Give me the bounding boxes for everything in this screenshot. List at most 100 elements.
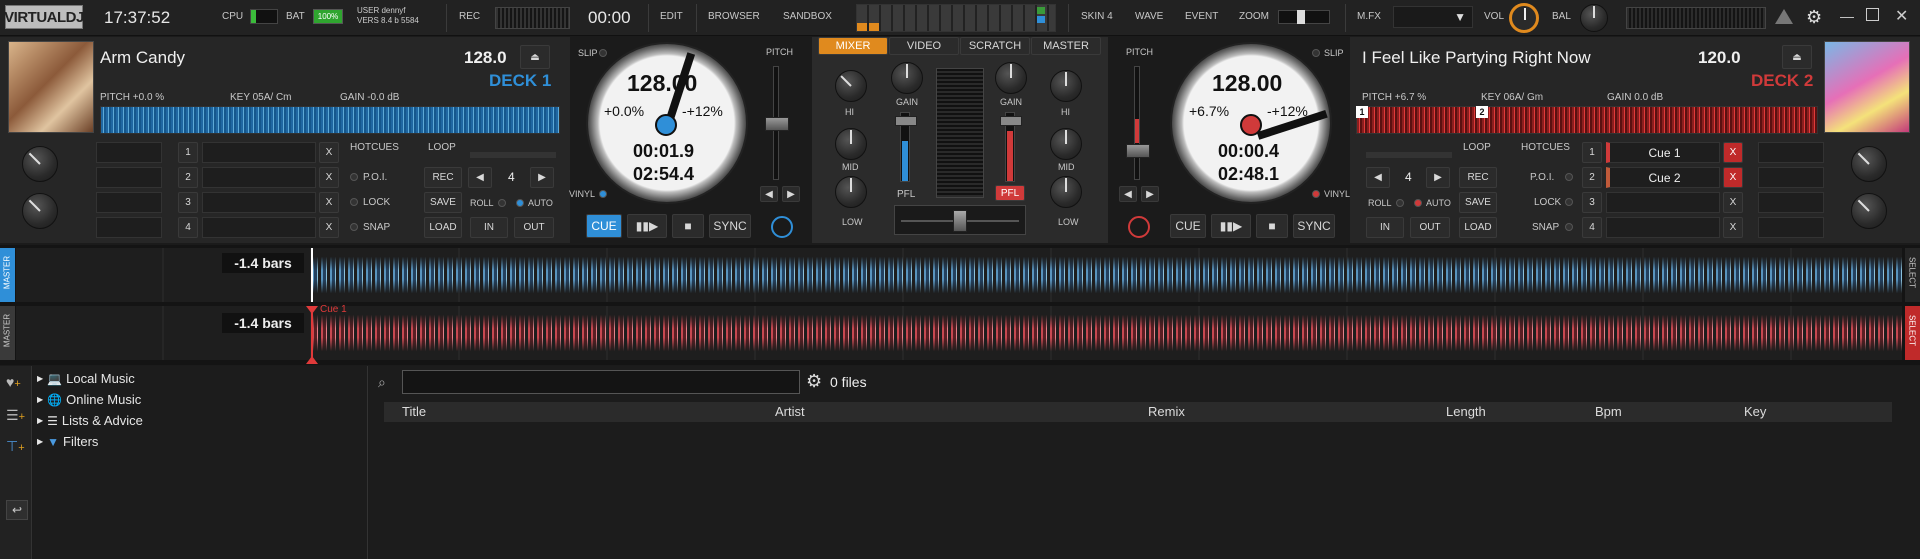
mixer-pfl-right-button[interactable]: PFL	[995, 185, 1025, 201]
wave-button[interactable]: WAVE	[1135, 11, 1163, 22]
deck1-fx-slot-3[interactable]	[96, 192, 162, 213]
deck1-save-button[interactable]: SAVE	[424, 192, 462, 213]
deck2-hotcue-num-2[interactable]: 2	[1582, 167, 1602, 188]
deck1-lock-button[interactable]: LOCK	[363, 197, 390, 208]
deck2-effect-knob[interactable]	[1851, 193, 1887, 229]
deck1-hotcue-slot-3[interactable]	[202, 192, 316, 213]
rec-button[interactable]: REC	[459, 11, 480, 22]
deck2-auto-label[interactable]: AUTO	[1426, 198, 1451, 208]
deck1-hotcue-slot-4[interactable]	[202, 217, 316, 238]
deck1-hotcue-num-4[interactable]: 4	[178, 217, 198, 238]
deck2-overview-waveform[interactable]	[1356, 106, 1818, 134]
mixer-mid-right-knob[interactable]	[1050, 176, 1082, 208]
column-header-remix[interactable]: Remix	[1148, 404, 1185, 419]
tab-video[interactable]: VIDEO	[889, 37, 959, 55]
deck1-sync-icon[interactable]	[771, 216, 793, 238]
sandbox-button[interactable]: SANDBOX	[783, 11, 832, 22]
add-list-icon[interactable]: ☰+	[6, 407, 25, 424]
add-favorite-icon[interactable]: ♥+	[6, 374, 21, 390]
deck1-loop-in-button[interactable]: IN	[470, 217, 508, 238]
deck2-loop-in-button[interactable]: IN	[1366, 217, 1404, 238]
deck1-fx-slot-4[interactable]	[96, 217, 162, 238]
deck1-load-button[interactable]: LOAD	[424, 217, 462, 238]
deck2-slip-button[interactable]: SLIP	[1324, 48, 1344, 58]
deck2-hotcue-slot-2[interactable]: Cue 2	[1606, 167, 1720, 188]
crossfader[interactable]	[894, 205, 1026, 235]
deck2-pitch-down-button[interactable]: ◀	[1119, 186, 1137, 202]
deck2-marker-2[interactable]: 2	[1476, 106, 1488, 118]
column-header-key[interactable]: Key	[1744, 404, 1766, 419]
deck1-pitch-slider-handle[interactable]	[765, 117, 789, 131]
tree-item-online-music[interactable]: ▶ 🌐 Online Music	[37, 389, 367, 410]
deck2-loop-rec-button[interactable]: REC	[1459, 167, 1497, 188]
mixer-gain-right-knob[interactable]	[995, 62, 1027, 94]
tab-scratch[interactable]: SCRATCH	[960, 37, 1030, 55]
layout-grid[interactable]	[856, 4, 1056, 32]
deck2-play-button[interactable]: ▮▮▶	[1211, 214, 1251, 238]
minimize-icon[interactable]: —	[1840, 8, 1854, 24]
deck1-effect-knob[interactable]	[22, 193, 58, 229]
mfx-select[interactable]: ▼	[1393, 6, 1473, 28]
browser-button[interactable]: BROWSER	[708, 11, 760, 22]
deck1-hotcue-slot-1[interactable]	[202, 142, 316, 163]
deck1-filter-knob[interactable]	[22, 146, 58, 182]
deck2-stop-button[interactable]: ■	[1256, 214, 1288, 238]
deck1-poi-button[interactable]: P.O.I.	[363, 172, 387, 183]
event-button[interactable]: EVENT	[1185, 11, 1218, 22]
mixer-hi-left-knob[interactable]	[835, 128, 867, 160]
deck1-vinyl-button[interactable]: VINYL	[569, 189, 595, 199]
deck2-hotcue-delete-3[interactable]: X	[1723, 192, 1743, 213]
deck1-pitch-down-button[interactable]: ◀	[760, 186, 778, 202]
deck2-hotcue-slot-1[interactable]: Cue 1	[1606, 142, 1720, 163]
column-header-title[interactable]: Title	[402, 404, 426, 419]
deck1-hotcue-delete-4[interactable]: X	[319, 217, 339, 238]
deck1-cue-button[interactable]: CUE	[586, 214, 622, 238]
deck1-fx-slot-1[interactable]	[96, 142, 162, 163]
deck2-loop-out-button[interactable]: OUT	[1410, 217, 1450, 238]
warning-icon[interactable]	[1775, 9, 1793, 24]
deck2-hotcue-delete-4[interactable]: X	[1723, 217, 1743, 238]
deck1-snap-button[interactable]: SNAP	[363, 222, 390, 233]
deck2-pitch-slider-handle[interactable]	[1126, 144, 1150, 158]
mixer-pfl-left-button[interactable]: PFL	[897, 189, 915, 200]
column-header-bpm[interactable]: Bpm	[1595, 404, 1622, 419]
deck2-fx-slot-3[interactable]	[1758, 192, 1824, 213]
mixer-filter-right-knob[interactable]	[1050, 70, 1082, 102]
column-header-length[interactable]: Length	[1446, 404, 1486, 419]
add-filter-icon[interactable]: ⊤+	[6, 438, 25, 455]
column-header-artist[interactable]: Artist	[775, 404, 805, 419]
deck1-loop-rec-button[interactable]: REC	[424, 167, 462, 188]
expand-arrow-icon[interactable]: ▶	[37, 374, 43, 383]
deck1-pitch-up-button[interactable]: ▶	[782, 186, 800, 202]
deck2-hotcue-num-1[interactable]: 1	[1582, 142, 1602, 163]
deck1-hotcue-num-2[interactable]: 2	[178, 167, 198, 188]
deck2-sync-icon[interactable]	[1128, 216, 1150, 238]
vol-knob[interactable]	[1509, 3, 1539, 33]
mixer-filter-left-knob[interactable]	[835, 70, 867, 102]
deck2-hotcue-delete-2[interactable]: X	[1723, 167, 1743, 188]
back-icon[interactable]: ↩	[6, 500, 28, 520]
search-input[interactable]	[402, 370, 800, 394]
deck2-pitch-slider-track[interactable]	[1134, 66, 1140, 180]
deck2-roll-label[interactable]: ROLL	[1368, 198, 1392, 208]
deck2-hotcue-slot-4[interactable]	[1606, 217, 1720, 238]
app-logo[interactable]: VIRTUALDJ	[4, 5, 84, 29]
deck2-cue-button[interactable]: CUE	[1170, 214, 1206, 238]
deck1-hotcue-num-1[interactable]: 1	[178, 142, 198, 163]
deck2-hotcue-slot-3[interactable]	[1606, 192, 1720, 213]
skin-button[interactable]: SKIN 4	[1081, 11, 1113, 22]
deck1-hotcue-num-3[interactable]: 3	[178, 192, 198, 213]
deck1-sync-button[interactable]: SYNC	[709, 214, 751, 238]
tree-item-lists-advice[interactable]: ▶ ☰ Lists & Advice	[37, 410, 367, 431]
deck1-slip-button[interactable]: SLIP	[578, 48, 598, 58]
deck1-hotcue-slot-2[interactable]	[202, 167, 316, 188]
mixer-gain-left-knob[interactable]	[891, 62, 923, 94]
deck2-pitch-up-button[interactable]: ▶	[1141, 186, 1159, 202]
deck2-filter-knob[interactable]	[1851, 146, 1887, 182]
mixer-mid-left-knob[interactable]	[835, 176, 867, 208]
deck1-roll-label[interactable]: ROLL	[470, 198, 494, 208]
deck1-eject-button[interactable]: ⏏	[520, 45, 550, 69]
deck1-auto-label[interactable]: AUTO	[528, 198, 553, 208]
deck2-lock-button[interactable]: LOCK	[1534, 197, 1561, 208]
tree-item-filters[interactable]: ▶ ▼ Filters	[37, 431, 367, 452]
